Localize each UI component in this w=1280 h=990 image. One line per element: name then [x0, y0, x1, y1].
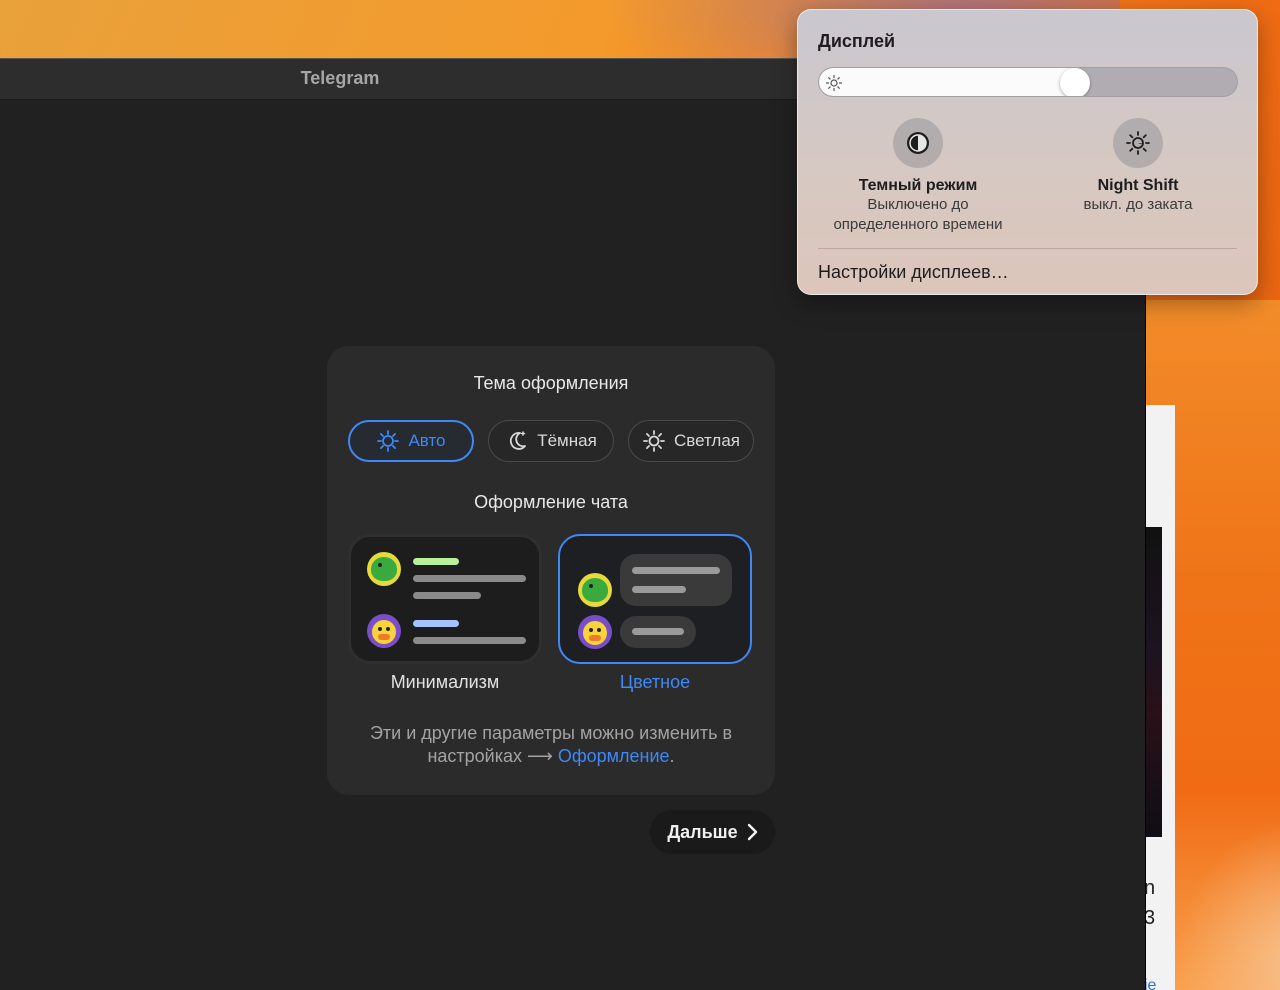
preview-line: [632, 567, 720, 574]
theme-auto-label: Авто: [408, 431, 446, 450]
display-panel-title: Дисплей: [818, 31, 896, 51]
display-control-panel: Дисплей Темный режим Выключено до опреде…: [797, 9, 1258, 295]
auto-theme-icon: [377, 430, 400, 452]
chevron-right-icon: [747, 823, 757, 841]
window-title: Telegram: [300, 68, 380, 88]
night-shift-button[interactable]: [1113, 118, 1163, 168]
theme-auto-button[interactable]: Авто: [348, 420, 474, 462]
appearance-settings-link[interactable]: Оформление: [558, 746, 670, 766]
next-button-label: Дальше: [667, 821, 738, 842]
theme-setup-card: Тема оформления Авто Тёмная Светлая Офор…: [327, 346, 775, 795]
panel-divider: [818, 248, 1237, 249]
dark-mode-button[interactable]: [893, 118, 943, 168]
brightness-fill: [819, 68, 1075, 96]
preview-line: [632, 628, 684, 635]
brightness-knob[interactable]: [1060, 68, 1090, 96]
brightness-sun-icon: [825, 74, 843, 92]
preview-line: [413, 637, 526, 644]
preview-line: [632, 586, 686, 593]
preview-line: [413, 592, 481, 599]
preview-bubble: [620, 554, 732, 606]
theme-dark-button[interactable]: Тёмная: [488, 420, 614, 462]
display-settings-link[interactable]: Настройки дисплеев…: [818, 262, 1009, 283]
dino-avatar-icon: [367, 552, 401, 586]
dark-mode-toggle[interactable]: Темный режим Выключено до определенного …: [808, 118, 1028, 235]
sun-icon: [643, 430, 665, 452]
preview-line: [413, 575, 526, 582]
preview-line: [413, 558, 459, 565]
chat-style-colored-label: Цветное: [619, 672, 691, 692]
hint-text: Эти и другие параметры можно изменить в …: [369, 723, 733, 766]
chat-style-minimalism-label: Минимализм: [390, 672, 500, 692]
dark-mode-icon: [907, 132, 929, 154]
night-shift-icon: [1126, 131, 1150, 155]
dark-mode-label: Темный режим: [858, 177, 978, 194]
night-shift-status: выкл. до заката: [1083, 196, 1193, 213]
theme-light-label: Светлая: [674, 431, 740, 450]
brightness-slider[interactable]: [818, 67, 1238, 97]
night-shift-label: Night Shift: [1097, 177, 1179, 194]
hint-end: .: [669, 746, 675, 766]
dino-avatar-icon: [578, 573, 612, 607]
next-button[interactable]: Дальше: [650, 810, 775, 854]
settings-hint: Эти и другие параметры можно изменить в …: [347, 722, 755, 768]
theme-dark-label: Тёмная: [537, 431, 597, 450]
wallpaper-accent: [1175, 820, 1280, 990]
night-shift-toggle[interactable]: Night Shift выкл. до заката: [1028, 118, 1248, 215]
theme-section-title: Тема оформления: [473, 373, 629, 393]
chat-style-colored-option[interactable]: [558, 534, 752, 664]
chat-style-minimalism-option[interactable]: [348, 534, 542, 664]
preview-line: [413, 620, 459, 627]
duck-avatar-icon: [578, 615, 612, 649]
theme-light-button[interactable]: Светлая: [628, 420, 754, 462]
chat-style-title: Оформление чата: [474, 492, 628, 512]
duck-avatar-icon: [367, 614, 401, 648]
dark-mode-status: Выключено до определенного времени: [833, 196, 1003, 233]
moon-icon: [510, 431, 527, 450]
